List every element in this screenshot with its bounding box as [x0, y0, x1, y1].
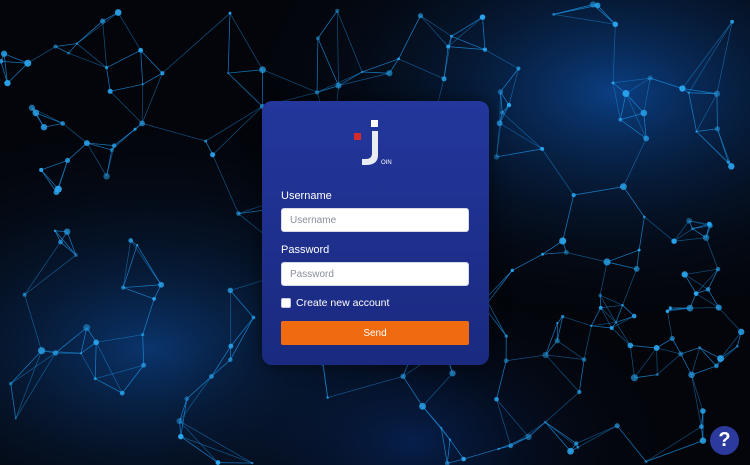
create-account-checkbox[interactable] — [281, 298, 291, 308]
create-account-label[interactable]: Create new account — [296, 297, 389, 309]
username-input[interactable] — [281, 208, 469, 232]
logo-text: OIN — [381, 160, 392, 166]
password-input[interactable] — [281, 262, 469, 286]
create-account-row[interactable]: Create new account — [281, 296, 389, 310]
join-logo: OIN — [354, 120, 392, 166]
help-button[interactable]: ? — [710, 426, 739, 455]
send-button[interactable]: Send — [281, 321, 469, 345]
login-card: OIN Username Password Create new account… — [262, 101, 489, 365]
username-label: Username — [281, 190, 332, 202]
password-label: Password — [281, 244, 330, 256]
